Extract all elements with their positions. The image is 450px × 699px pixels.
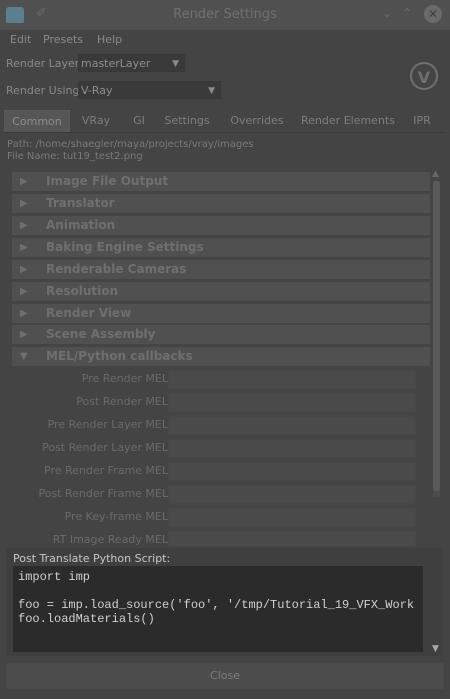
tab-common[interactable]: Common — [4, 110, 70, 132]
callback-field-row: Post Render Frame MEL — [6, 485, 430, 504]
section-image-file-output[interactable]: ▶ Image File Output — [12, 172, 430, 191]
post-translate-script-panel: Post Translate Python Script: import imp… — [6, 548, 430, 656]
expand-arrow-icon: ▶ — [20, 264, 28, 275]
rt-image-ready-mel-label: RT Image Ready MEL — [52, 533, 168, 546]
scrollbar-thumb[interactable] — [433, 181, 440, 491]
render-using-value: V-Ray — [81, 84, 113, 97]
pre-render-layer-mel-label: Pre Render Layer MEL — [47, 418, 168, 431]
section-scene-assembly[interactable]: ▶ Scene Assembly — [12, 325, 430, 344]
post-render-mel-label: Post Render MEL — [76, 395, 168, 408]
post-render-frame-mel-input[interactable] — [168, 485, 416, 504]
callback-field-row: Pre Key-frame MEL — [6, 508, 430, 527]
expand-arrow-icon: ▶ — [20, 220, 28, 231]
pre-render-mel-label: Pre Render MEL — [81, 372, 168, 385]
post-render-layer-mel-input[interactable] — [168, 439, 416, 458]
menu-presets[interactable]: Presets — [43, 33, 83, 46]
section-baking-engine-settings[interactable]: ▶ Baking Engine Settings — [12, 238, 430, 257]
post-render-layer-mel-label: Post Render Layer MEL — [42, 441, 168, 454]
pre-render-layer-mel-input[interactable] — [168, 416, 416, 435]
render-using-dropdown[interactable]: V-Ray ▼ — [78, 81, 221, 99]
expand-arrow-icon: ▶ — [20, 176, 28, 187]
callback-field-row: Post Render Layer MEL — [6, 439, 430, 458]
tab-gi[interactable]: GI — [124, 110, 154, 131]
section-renderable-cameras[interactable]: ▶ Renderable Cameras — [12, 260, 430, 279]
close-button[interactable]: Close — [6, 663, 444, 689]
vray-logo-icon: V — [410, 62, 438, 90]
post-render-frame-mel-label: Post Render Frame MEL — [38, 487, 168, 500]
section-resolution[interactable]: ▶ Resolution — [12, 282, 430, 301]
section-translator[interactable]: ▶ Translator — [12, 194, 430, 213]
expand-arrow-icon: ▶ — [20, 329, 28, 340]
menu-edit[interactable]: Edit — [10, 33, 31, 46]
script-scrollbar[interactable]: ▼ — [430, 548, 443, 656]
render-layer-dropdown[interactable]: masterLayer ▼ — [78, 54, 185, 72]
minimize-icon[interactable]: ⌄ — [382, 6, 392, 20]
output-path-text: Path: /home/shaegler/maya/projects/vray/… — [7, 139, 254, 150]
window-close-icon[interactable]: ✕ — [424, 5, 442, 23]
chevron-down-icon: ▼ — [208, 86, 215, 96]
section-mel-python-callbacks[interactable]: ▼ MEL/Python callbacks — [12, 347, 430, 366]
tab-settings[interactable]: Settings — [160, 110, 214, 131]
expand-arrow-icon: ▶ — [20, 286, 28, 297]
pre-render-mel-input[interactable] — [168, 370, 416, 389]
pre-render-frame-mel-label: Pre Render Frame MEL — [44, 464, 168, 477]
callback-field-row: Pre Render Frame MEL — [6, 462, 430, 481]
tab-vray[interactable]: VRay — [72, 110, 120, 131]
post-translate-script-label: Post Translate Python Script: — [13, 552, 171, 565]
maximize-icon[interactable]: ⌃ — [402, 6, 412, 20]
menu-help[interactable]: Help — [97, 33, 122, 46]
tab-overrides[interactable]: Overrides — [222, 110, 292, 131]
pre-keyframe-mel-label: Pre Key-frame MEL — [64, 510, 168, 523]
post-render-mel-input[interactable] — [168, 393, 416, 412]
tab-bar: Common VRay GI Settings Overrides Render… — [4, 110, 446, 133]
render-layer-label: Render Layer — [6, 57, 80, 70]
scroll-up-icon[interactable]: ▲ — [432, 169, 439, 179]
pre-keyframe-mel-input[interactable] — [168, 508, 416, 527]
expand-arrow-icon: ▶ — [20, 308, 28, 319]
tab-ipr[interactable]: IPR — [406, 110, 438, 131]
scroll-down-icon[interactable]: ▼ — [432, 644, 439, 654]
tab-render-elements[interactable]: Render Elements — [298, 110, 398, 131]
callback-field-row: Pre Render Layer MEL — [6, 416, 430, 435]
settings-scroll-area: ▶ Image File Output ▶ Translator ▶ Anima… — [6, 169, 430, 546]
title-bar: ✐ Render Settings ⌄ ⌃ ✕ — [0, 0, 450, 30]
menu-bar: Edit Presets Help — [0, 30, 450, 50]
expand-arrow-icon: ▶ — [20, 242, 28, 253]
rt-image-ready-mel-input[interactable] — [168, 531, 416, 546]
pre-render-frame-mel-input[interactable] — [168, 462, 416, 481]
chevron-down-icon: ▼ — [172, 59, 179, 69]
render-using-label: Render Using — [6, 84, 80, 97]
render-layer-value: masterLayer — [81, 57, 151, 70]
callback-field-row: Pre Render MEL — [6, 370, 430, 389]
section-render-view[interactable]: ▶ Render View — [12, 304, 430, 323]
expand-arrow-icon: ▶ — [20, 198, 28, 209]
callback-field-row: Post Render MEL — [6, 393, 430, 412]
output-filename-text: File Name: tut19_test2.png — [7, 151, 143, 162]
callback-field-row: RT Image Ready MEL — [6, 531, 430, 546]
post-translate-script-editor[interactable]: import imp foo = imp.load_source('foo', … — [13, 566, 423, 652]
section-animation[interactable]: ▶ Animation — [12, 216, 430, 235]
collapse-arrow-icon: ▼ — [20, 351, 28, 362]
